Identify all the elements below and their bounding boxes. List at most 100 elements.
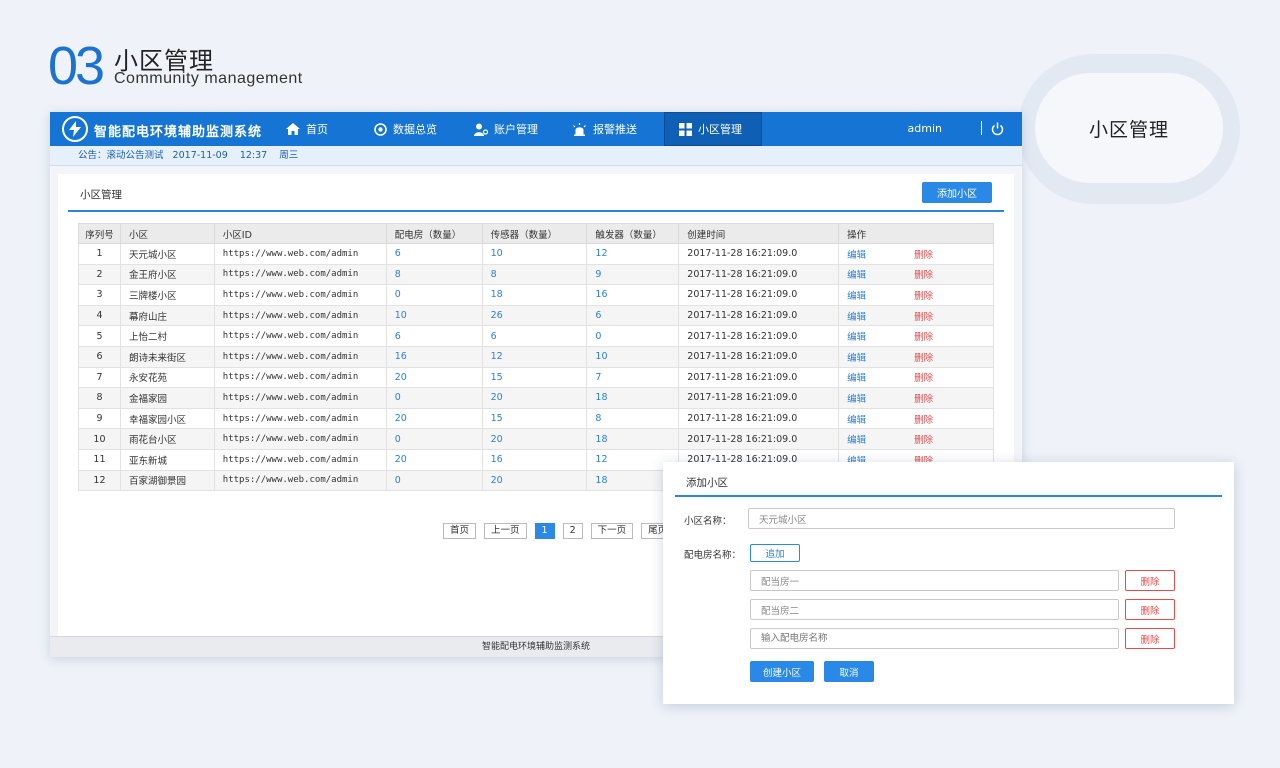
delete-link[interactable]: 删除 xyxy=(900,394,933,405)
page-1-button[interactable]: 1 xyxy=(534,523,555,539)
delete-link[interactable]: 删除 xyxy=(900,270,933,281)
row-number: 6 xyxy=(78,345,121,368)
nav-item-home[interactable]: 首页 xyxy=(278,112,366,146)
community-name: 金王府小区 xyxy=(119,263,215,286)
delete-link[interactable]: 删除 xyxy=(900,353,933,364)
row-number: 3 xyxy=(78,284,121,306)
create-community-button[interactable]: 创建小区 xyxy=(750,661,814,682)
delete-link[interactable]: 删除 xyxy=(900,435,933,446)
edit-link[interactable]: 编辑 xyxy=(847,353,866,364)
community-id: https://www.web.com/admin xyxy=(213,345,387,368)
add-community-button[interactable]: 添加小区 xyxy=(922,182,992,203)
edit-link[interactable]: 编辑 xyxy=(847,394,866,405)
community-id: https://www.web.com/admin xyxy=(213,263,387,286)
table-row: 5 上怡二村 https://www.web.com/admin 6 6 0 2017-11… xyxy=(78,325,994,347)
sensor-count: 20 xyxy=(481,428,588,450)
announcement-bar: 公告：滚动公告测试 2017-11-09 12:37 周三 xyxy=(50,146,1022,166)
row-actions: 编辑 删除 xyxy=(838,387,994,409)
community-id: https://www.web.com/admin xyxy=(213,366,387,389)
trigger-count: 7 xyxy=(586,366,680,389)
room-name-input[interactable] xyxy=(750,628,1119,649)
room-count: 20 xyxy=(385,407,483,430)
cancel-button[interactable]: 取消 xyxy=(824,661,874,682)
table-row: 3 三牌楼小区 https://www.web.com/admin 0 18 16 2017… xyxy=(78,284,994,306)
trigger-count: 10 xyxy=(586,345,680,368)
dialog-divider xyxy=(675,495,1222,497)
nav-item-data-overview[interactable]: 数据总览 xyxy=(366,112,466,146)
pagination: 首页 上一页 1 2 下一页 尾页 xyxy=(443,523,675,539)
edit-link[interactable]: 编辑 xyxy=(847,373,866,384)
delete-link[interactable]: 删除 xyxy=(900,373,933,384)
next-page-button[interactable]: 下一页 xyxy=(590,523,634,539)
row-number: 12 xyxy=(78,469,121,492)
nav-item-alarm-push[interactable]: 报警推送 xyxy=(564,112,664,146)
sensor-count: 18 xyxy=(481,284,588,306)
trigger-count: 8 xyxy=(586,407,680,430)
prev-page-button[interactable]: 上一页 xyxy=(484,523,527,539)
community-id: https://www.web.com/admin xyxy=(213,448,387,471)
created-time: 2017-11-28 16:21:09.0 xyxy=(678,243,840,265)
nav-item-label: 小区管理 xyxy=(698,123,742,136)
column-header: 配电房（数量） xyxy=(385,223,483,244)
delete-link[interactable]: 删除 xyxy=(900,291,933,302)
lightning-logo-icon xyxy=(62,116,88,142)
community-id: https://www.web.com/admin xyxy=(213,304,387,327)
room-count: 20 xyxy=(385,366,483,389)
row-actions: 编辑 删除 xyxy=(838,284,994,306)
remove-room-button[interactable]: 删除 xyxy=(1125,628,1175,649)
sensor-count: 12 xyxy=(481,345,588,368)
append-room-button[interactable]: 追加 xyxy=(750,544,800,562)
room-name-input[interactable] xyxy=(750,599,1119,620)
community-id: https://www.web.com/admin xyxy=(213,284,387,306)
grid-icon xyxy=(679,122,692,136)
add-community-dialog: 添加小区 小区名称： 配电房名称： 追加 删除 删除 删除 创建小区 取消 xyxy=(663,462,1234,704)
community-name: 三牌楼小区 xyxy=(119,284,215,306)
edit-link[interactable]: 编辑 xyxy=(847,312,866,323)
first-page-button[interactable]: 首页 xyxy=(443,523,477,539)
column-header: 传感器（数量） xyxy=(481,223,588,244)
delete-link[interactable]: 删除 xyxy=(900,250,933,261)
sensor-count: 15 xyxy=(481,407,588,430)
nav-item-label: 数据总览 xyxy=(393,123,437,136)
edit-link[interactable]: 编辑 xyxy=(847,435,866,446)
home-icon xyxy=(286,123,300,135)
table-row: 6 朗诗未来街区 https://www.web.com/admin 16 12 10 20… xyxy=(78,345,994,368)
edit-link[interactable]: 编辑 xyxy=(847,332,866,343)
room-count: 8 xyxy=(385,263,483,286)
community-name: 金福家园 xyxy=(119,387,215,409)
community-name-input[interactable] xyxy=(748,508,1175,529)
edit-link[interactable]: 编辑 xyxy=(847,415,866,426)
delete-link[interactable]: 删除 xyxy=(900,332,933,343)
remove-room-button[interactable]: 删除 xyxy=(1125,570,1175,591)
nav-item-community-management[interactable]: 小区管理 xyxy=(664,112,762,146)
community-name-label: 小区名称： xyxy=(684,516,732,527)
created-time: 2017-11-28 16:21:09.0 xyxy=(678,407,840,430)
page-2-button[interactable]: 2 xyxy=(562,523,583,539)
username[interactable]: admin xyxy=(908,122,942,135)
sensor-count: 15 xyxy=(481,366,588,389)
target-icon xyxy=(374,122,387,136)
sensor-count: 16 xyxy=(481,448,588,471)
column-header: 小区 xyxy=(119,223,215,244)
edit-link[interactable]: 编辑 xyxy=(847,270,866,281)
row-actions: 编辑 删除 xyxy=(838,243,994,265)
system-title: 智能配电环境辅助监测系统 xyxy=(94,125,263,140)
row-actions: 编辑 删除 xyxy=(838,366,994,389)
row-number: 8 xyxy=(78,387,121,409)
created-time: 2017-11-28 16:21:09.0 xyxy=(678,345,840,368)
delete-link[interactable]: 删除 xyxy=(900,312,933,323)
power-icon[interactable] xyxy=(991,121,1004,140)
remove-room-button[interactable]: 删除 xyxy=(1125,599,1175,620)
delete-link[interactable]: 删除 xyxy=(900,415,933,426)
created-time: 2017-11-28 16:21:09.0 xyxy=(678,325,840,347)
room-count: 16 xyxy=(385,345,483,368)
nav-item-account-management[interactable]: 账户管理 xyxy=(466,112,564,146)
row-number: 10 xyxy=(78,428,121,450)
trigger-count: 18 xyxy=(586,387,680,409)
room-name-input[interactable] xyxy=(750,570,1119,591)
edit-link[interactable]: 编辑 xyxy=(847,250,866,261)
column-header: 创建时间 xyxy=(678,223,840,244)
room-count: 0 xyxy=(385,387,483,409)
community-id: https://www.web.com/admin xyxy=(213,243,387,265)
edit-link[interactable]: 编辑 xyxy=(847,291,866,302)
